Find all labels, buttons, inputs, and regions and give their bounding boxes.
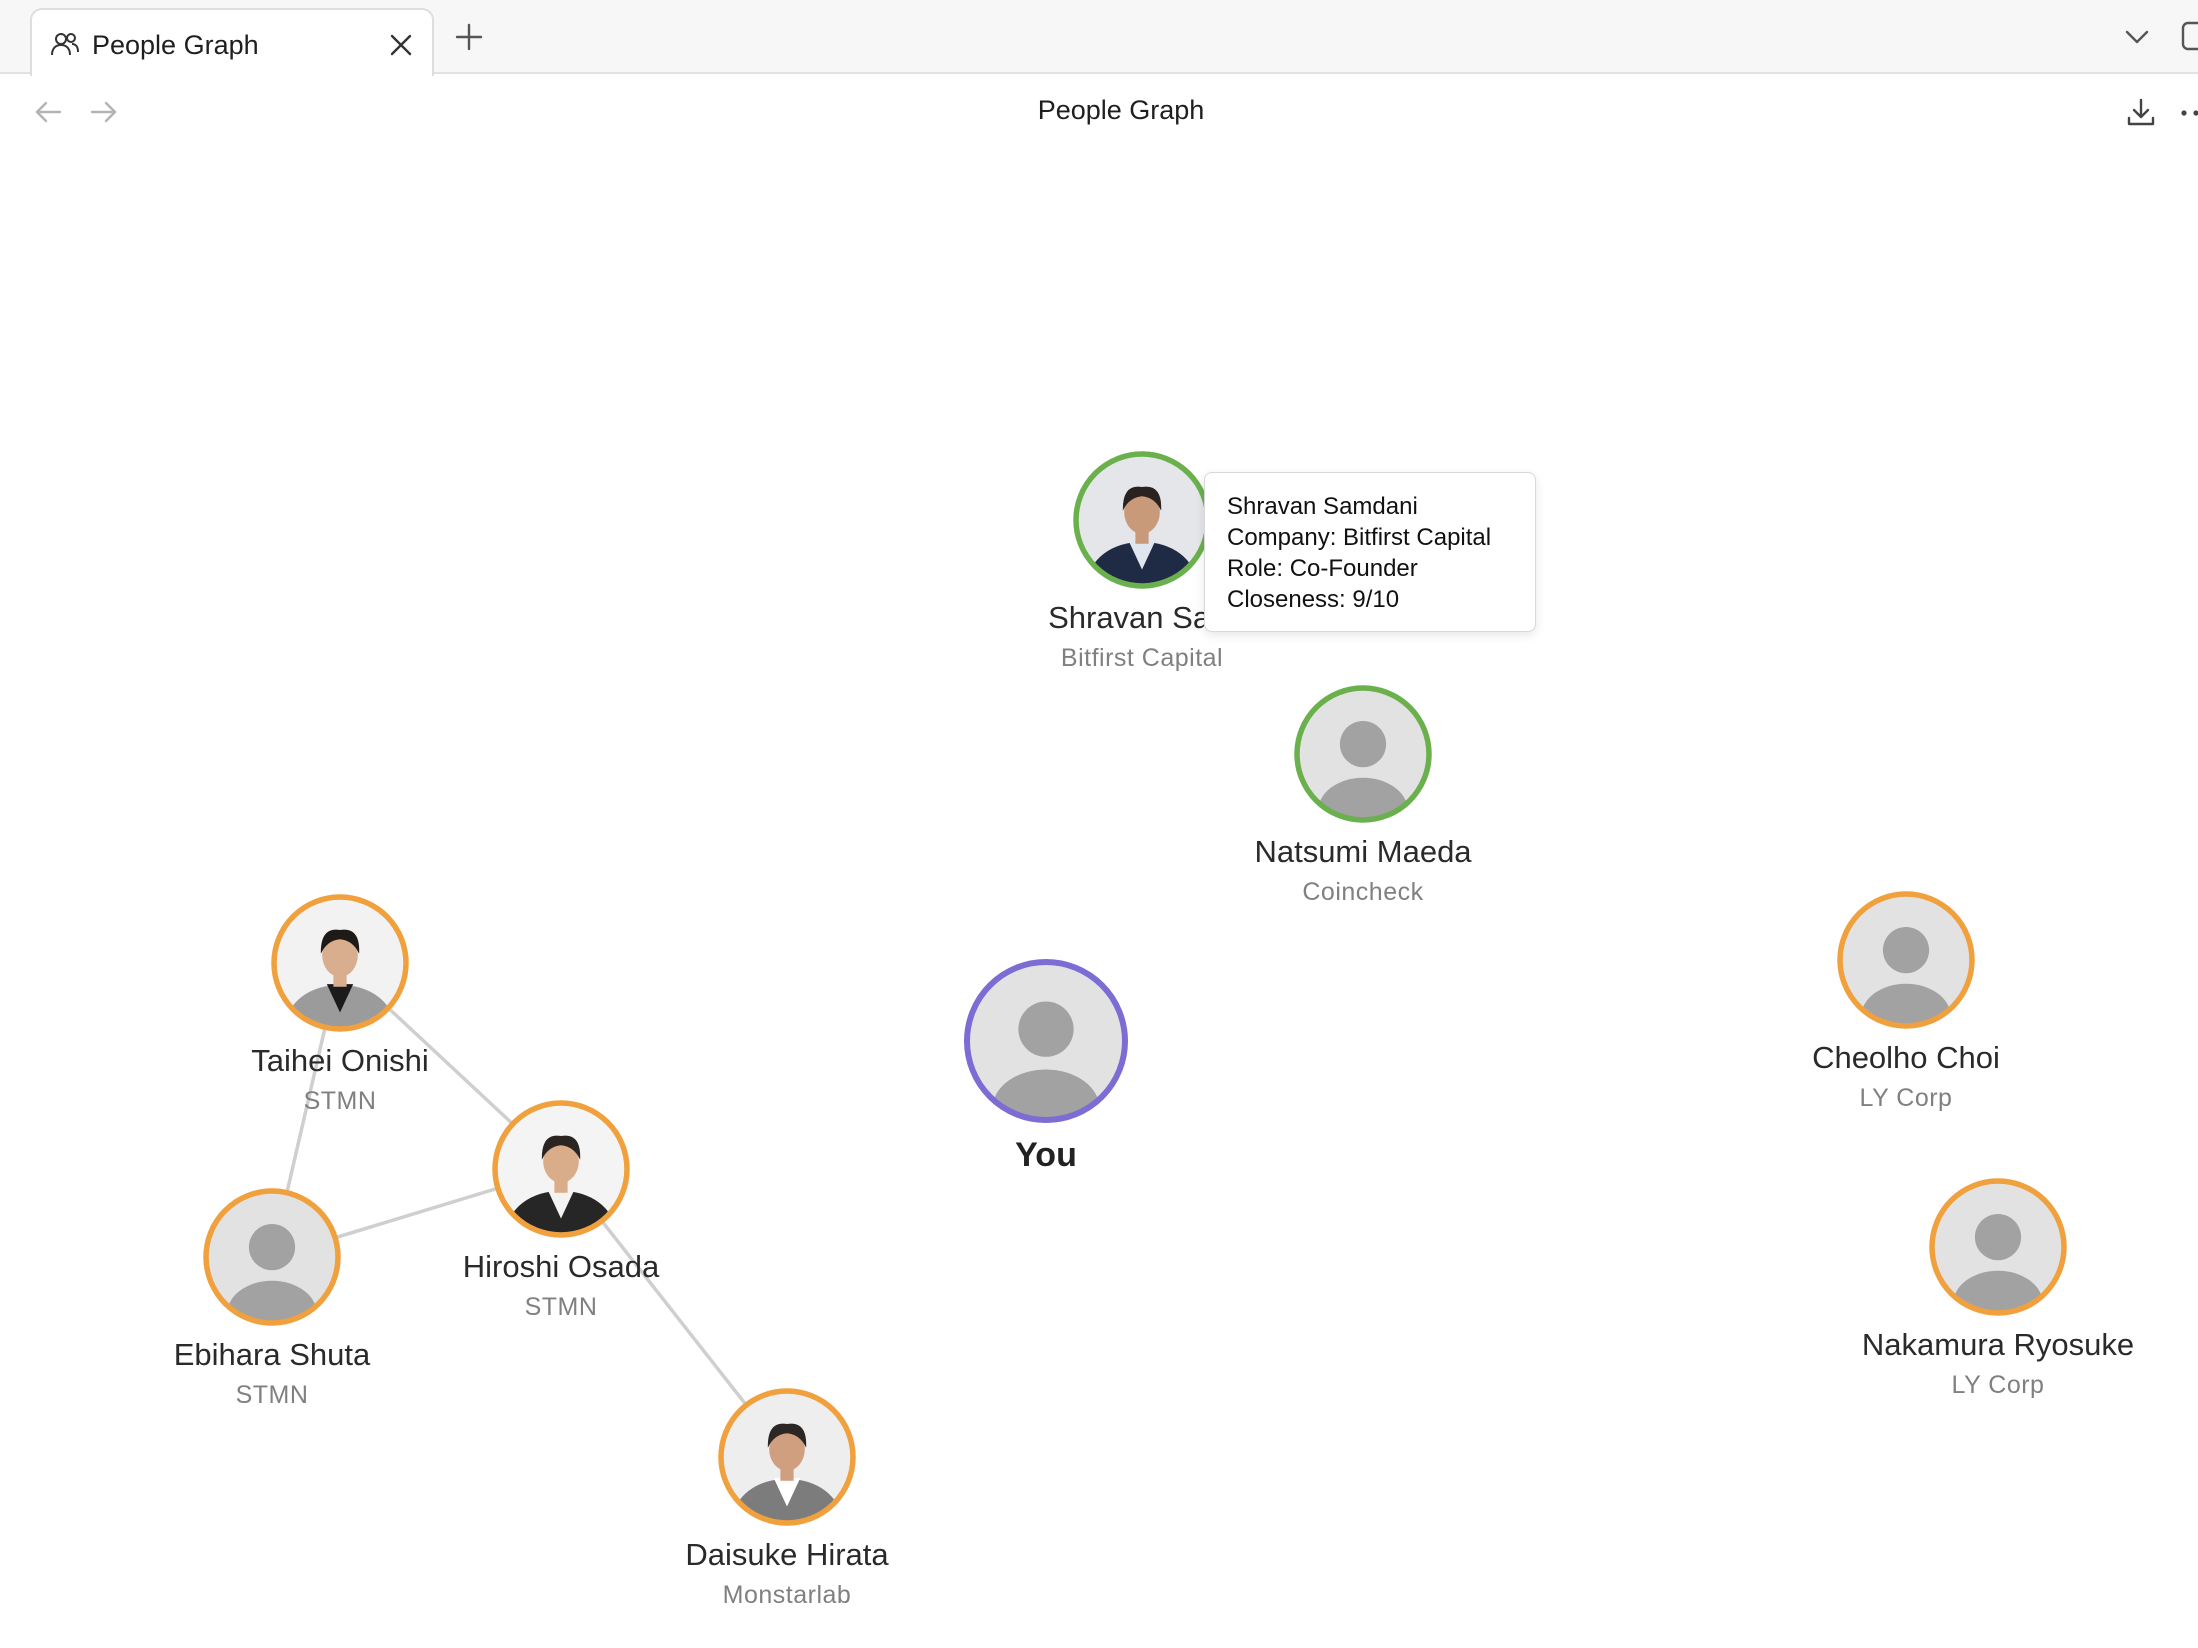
you-node[interactable]: You	[964, 959, 1128, 1174]
person-name: Nakamura Ryosuke	[1862, 1327, 2134, 1362]
profile-photo	[721, 1391, 853, 1523]
profile-photo	[274, 897, 406, 1029]
person-company: LY Corp	[1952, 1371, 2045, 1399]
person-name: Taihei Onishi	[251, 1043, 428, 1078]
person-tooltip: Shravan Samdani Company: Bitfirst Capita…	[1204, 472, 1536, 632]
person-company: Bitfirst Capital	[1061, 644, 1223, 672]
person-name: Ebihara Shuta	[174, 1337, 371, 1372]
person-name: Hiroshi Osada	[463, 1249, 660, 1284]
person-node-daisuke-hirata[interactable]: Daisuke Hirata Monstarlab	[685, 1388, 889, 1609]
tooltip-closeness: Closeness: 9/10	[1227, 586, 1400, 613]
person-node-taihei-onishi[interactable]: Taihei Onishi STMN	[251, 894, 429, 1115]
person-node-natsumi-maeda[interactable]: Natsumi Maeda Coincheck	[1254, 685, 1472, 906]
person-node-nakamura-ryosuke[interactable]: Nakamura Ryosuke LY Corp	[1862, 1178, 2134, 1399]
person-company: STMN	[525, 1293, 598, 1321]
person-company: Coincheck	[1302, 878, 1423, 906]
tooltip-role: Role: Co-Founder	[1227, 555, 1418, 582]
you-label: You	[1015, 1136, 1077, 1174]
person-company: LY Corp	[1860, 1084, 1953, 1112]
person-name: Cheolho Choi	[1812, 1040, 2000, 1075]
people-graph-app: People Graph People Graph Shravan Sam Bit…	[0, 0, 2198, 1648]
people-graph-canvas[interactable]: Shravan SamBitfirst CapitalNatsumi Maeda…	[0, 0, 2198, 1648]
person-company: STMN	[304, 1087, 377, 1115]
person-node-hiroshi-osada[interactable]: Hiroshi Osada STMN	[463, 1100, 660, 1321]
person-node-cheolho-choi[interactable]: Cheolho Choi LY Corp	[1812, 891, 2000, 1112]
profile-photo	[495, 1103, 627, 1235]
profile-photo	[1076, 454, 1208, 586]
person-name: Daisuke Hirata	[685, 1537, 889, 1572]
person-company: Monstarlab	[723, 1581, 852, 1609]
tooltip-name: Shravan Samdani	[1227, 493, 1418, 520]
person-name: Natsumi Maeda	[1254, 834, 1472, 869]
person-node-ebihara-shuta[interactable]: Ebihara Shuta STMN	[174, 1188, 371, 1409]
person-company: STMN	[236, 1381, 309, 1409]
nodes-layer: Shravan SamBitfirst CapitalNatsumi Maeda…	[174, 451, 2134, 1609]
tooltip-company: Company: Bitfirst Capital	[1227, 524, 1492, 551]
